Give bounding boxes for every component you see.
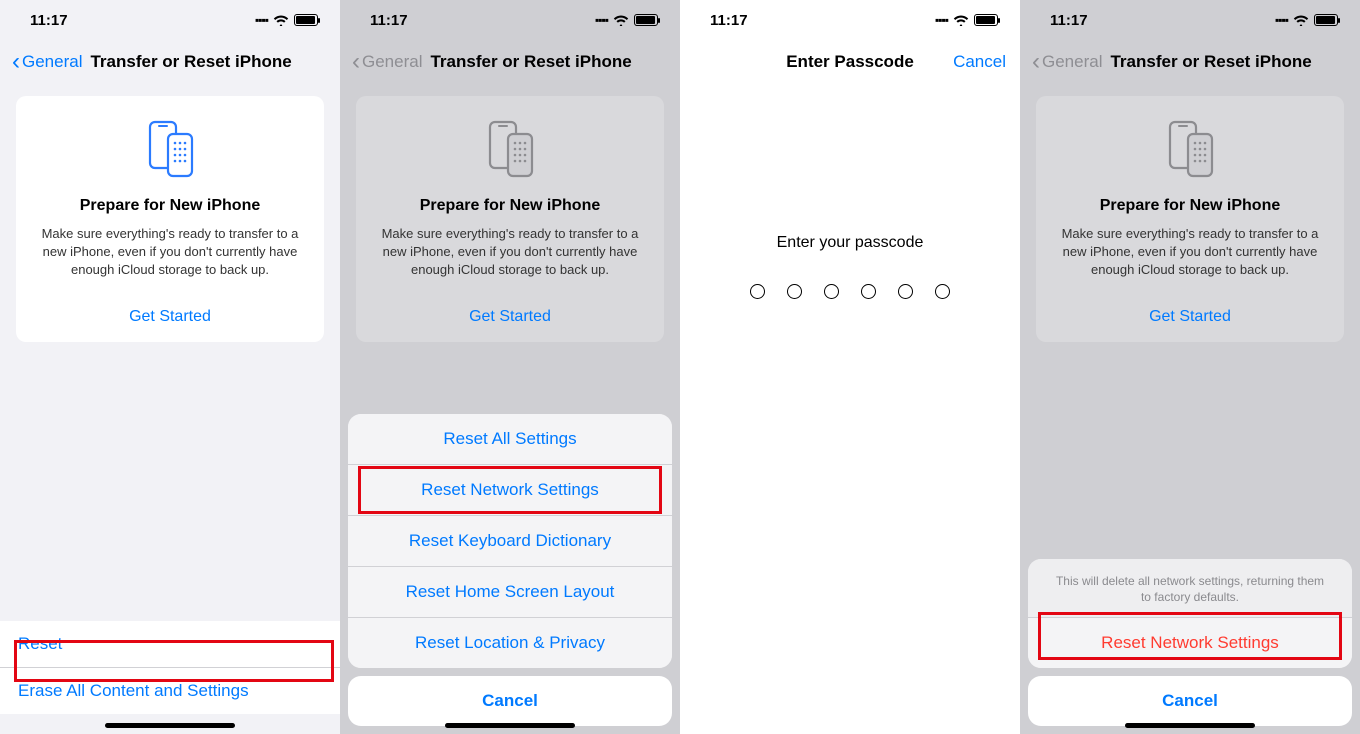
status-indicators: ▪▪▪▪ [935, 13, 998, 27]
status-time: 11:17 [710, 12, 748, 29]
card-title: Prepare for New iPhone [1052, 197, 1328, 215]
nav-bar: ‹ General Transfer or Reset iPhone [1020, 40, 1360, 84]
status-time: 11:17 [1050, 12, 1088, 29]
prepare-card-dimmed: Prepare for New iPhone Make sure everyth… [356, 96, 664, 342]
battery-icon [634, 14, 658, 26]
transfer-devices-icon [1160, 120, 1220, 178]
nav-title: Transfer or Reset iPhone [430, 52, 631, 72]
card-title: Prepare for New iPhone [32, 197, 308, 215]
cellular-icon: ▪▪▪▪ [595, 13, 608, 27]
prepare-card-dimmed: Prepare for New iPhone Make sure everyth… [1036, 96, 1344, 342]
passcode-dots[interactable] [680, 284, 1020, 299]
card-description: Make sure everything's ready to transfer… [32, 225, 308, 280]
status-bar: 11:17 ▪▪▪▪ [0, 0, 340, 40]
get-started-link: Get Started [372, 308, 648, 326]
reset-all-settings[interactable]: Reset All Settings [348, 414, 672, 465]
passcode-dot [824, 284, 839, 299]
card-description: Make sure everything's ready to transfer… [372, 225, 648, 280]
reset-network-settings[interactable]: Reset Network Settings [348, 465, 672, 516]
back-label: General [362, 52, 422, 72]
status-bar: 11:17 ▪▪▪▪ [340, 0, 680, 40]
passcode-dot [787, 284, 802, 299]
back-label: General [1042, 52, 1102, 72]
status-indicators: ▪▪▪▪ [255, 13, 318, 27]
reset-action-sheet: Reset All Settings Reset Network Setting… [348, 414, 672, 726]
status-indicators: ▪▪▪▪ [595, 13, 658, 27]
confirm-reset-network-button[interactable]: Reset Network Settings [1028, 618, 1352, 668]
get-started-link[interactable]: Get Started [32, 308, 308, 326]
sheet-cancel-button[interactable]: Cancel [348, 676, 672, 726]
passcode-dot [898, 284, 913, 299]
confirm-group: This will delete all network settings, r… [1028, 559, 1352, 668]
home-indicator[interactable] [445, 723, 575, 728]
chevron-left-icon: ‹ [1032, 50, 1040, 74]
screen-3-enter-passcode: 11:17 ▪▪▪▪ Enter Passcode Cancel Enter y… [680, 0, 1020, 734]
battery-icon [974, 14, 998, 26]
battery-icon [1314, 14, 1338, 26]
home-indicator[interactable] [1125, 723, 1255, 728]
screen-4-confirm-reset: 11:17 ▪▪▪▪ ‹ General Transfer or Reset i… [1020, 0, 1360, 734]
cellular-icon: ▪▪▪▪ [255, 13, 268, 27]
nav-bar: ‹ General Transfer or Reset iPhone [0, 40, 340, 84]
wifi-icon [613, 14, 629, 26]
wifi-icon [953, 14, 969, 26]
status-bar: 11:17 ▪▪▪▪ [680, 0, 1020, 40]
cellular-icon: ▪▪▪▪ [935, 13, 948, 27]
wifi-icon [273, 14, 289, 26]
reset-row[interactable]: Reset [0, 621, 340, 668]
prepare-card: Prepare for New iPhone Make sure everyth… [16, 96, 324, 342]
status-indicators: ▪▪▪▪ [1275, 13, 1338, 27]
bottom-options: Reset Erase All Content and Settings [0, 621, 340, 714]
battery-icon [294, 14, 318, 26]
nav-title: Transfer or Reset iPhone [1110, 52, 1311, 72]
wifi-icon [1293, 14, 1309, 26]
passcode-dot [750, 284, 765, 299]
transfer-devices-icon [480, 120, 540, 178]
card-description: Make sure everything's ready to transfer… [1052, 225, 1328, 280]
reset-options-group: Reset All Settings Reset Network Setting… [348, 414, 672, 668]
screen-2-reset-sheet: 11:17 ▪▪▪▪ ‹ General Transfer or Reset i… [340, 0, 680, 734]
erase-all-row[interactable]: Erase All Content and Settings [0, 668, 340, 714]
passcode-dot [861, 284, 876, 299]
status-bar: 11:17 ▪▪▪▪ [1020, 0, 1360, 40]
screen-1-transfer-reset: 11:17 ▪▪▪▪ ‹ General Transfer or Reset i… [0, 0, 340, 734]
passcode-dot [935, 284, 950, 299]
get-started-link: Get Started [1052, 308, 1328, 326]
back-label: General [22, 52, 82, 72]
back-button: ‹ General [352, 50, 422, 74]
confirm-note: This will delete all network settings, r… [1028, 559, 1352, 618]
chevron-left-icon: ‹ [12, 50, 20, 74]
card-title: Prepare for New iPhone [372, 197, 648, 215]
reset-home-screen-layout[interactable]: Reset Home Screen Layout [348, 567, 672, 618]
passcode-entry: Enter your passcode [680, 234, 1020, 299]
nav-bar: Enter Passcode Cancel [680, 40, 1020, 84]
status-time: 11:17 [30, 12, 68, 29]
nav-title: Transfer or Reset iPhone [90, 52, 291, 72]
cellular-icon: ▪▪▪▪ [1275, 13, 1288, 27]
transfer-devices-icon [140, 120, 200, 178]
cancel-button[interactable]: Cancel [953, 52, 1006, 72]
sheet-cancel-button[interactable]: Cancel [1028, 676, 1352, 726]
status-time: 11:17 [370, 12, 408, 29]
reset-location-privacy[interactable]: Reset Location & Privacy [348, 618, 672, 668]
reset-keyboard-dictionary[interactable]: Reset Keyboard Dictionary [348, 516, 672, 567]
home-indicator[interactable] [105, 723, 235, 728]
nav-bar: ‹ General Transfer or Reset iPhone [340, 40, 680, 84]
back-button[interactable]: ‹ General [12, 50, 82, 74]
chevron-left-icon: ‹ [352, 50, 360, 74]
confirm-action-sheet: This will delete all network settings, r… [1028, 559, 1352, 726]
back-button: ‹ General [1032, 50, 1102, 74]
passcode-prompt: Enter your passcode [680, 234, 1020, 252]
